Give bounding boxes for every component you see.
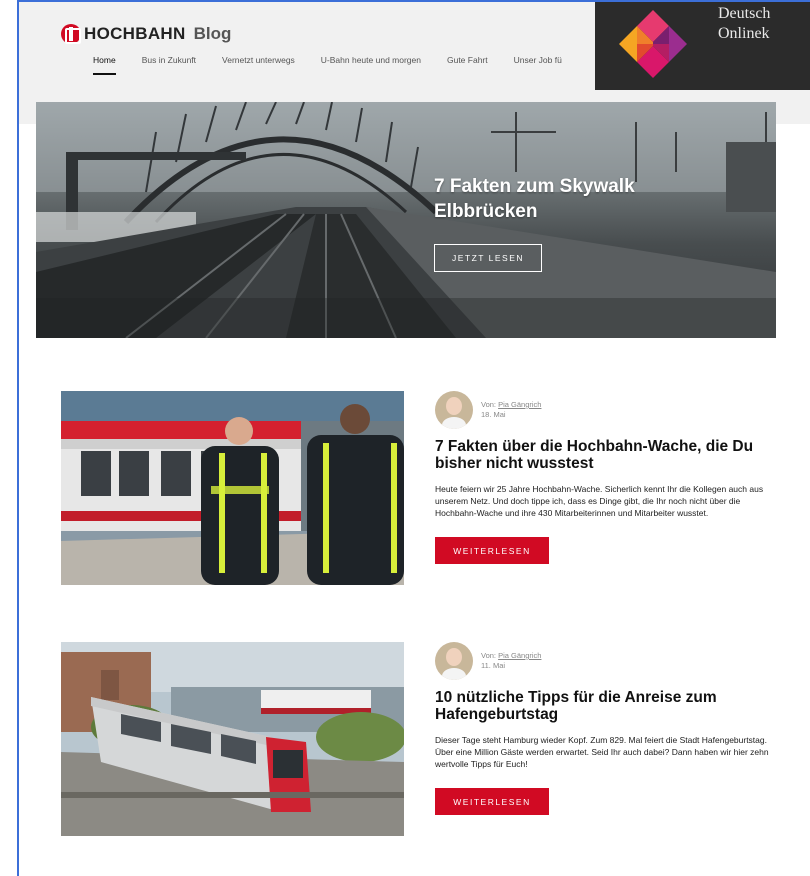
read-more-button[interactable]: WEITERLESEN (435, 788, 549, 815)
article-author: Von: Pia Gängrich 18. Mai (435, 391, 780, 429)
nav-item-gute-fahrt[interactable]: Gute Fahrt (447, 55, 488, 75)
article-card: Von: Pia Gängrich 18. Mai 7 Fakten über … (61, 391, 781, 587)
author-meta: Von: Pia Gängrich 11. Mai (481, 651, 541, 671)
article-excerpt: Heute feiern wir 25 Jahre Hochbahn-Wache… (435, 484, 764, 518)
article-date: 18. Mai (481, 410, 506, 419)
ad-line-1: Deutsch (718, 5, 771, 22)
article-title[interactable]: 10 nützliche Tipps für die Anreise zum H… (435, 689, 780, 723)
article-excerpt: Dieser Tage steht Hamburg wieder Kopf. Z… (435, 735, 769, 769)
article-image[interactable] (61, 391, 404, 585)
ad-line-2: Onlinek (718, 25, 770, 42)
ad-banner[interactable]: Deutsch Onlinek (595, 2, 810, 90)
author-link[interactable]: Pia Gängrich (498, 651, 541, 660)
nav-item-u-bahn[interactable]: U-Bahn heute und morgen (321, 55, 421, 75)
browser-viewport: HOCHBAHN Blog Home Bus in Zukunft Vernet… (17, 0, 810, 876)
article-title[interactable]: 7 Fakten über die Hochbahn-Wache, die Du… (435, 438, 780, 472)
author-meta: Von: Pia Gängrich 18. Mai (481, 400, 541, 420)
article-body: Von: Pia Gängrich 11. Mai 10 nützliche T… (435, 642, 780, 815)
ad-logo-icon (619, 10, 687, 78)
article-date: 11. Mai (481, 661, 506, 670)
read-more-button[interactable]: WEITERLESEN (435, 537, 549, 564)
author-avatar (435, 642, 473, 680)
author-link[interactable]: Pia Gängrich (498, 400, 541, 409)
article-author: Von: Pia Gängrich 11. Mai (435, 642, 780, 680)
nav-item-unser-job[interactable]: Unser Job fü (514, 55, 562, 75)
main-nav: Home Bus in Zukunft Vernetzt unterwegs U… (93, 55, 588, 75)
hero-read-button[interactable]: JETZT LESEN (434, 244, 542, 272)
author-prefix: Von: (481, 651, 497, 660)
nav-item-bus-in-zukunft[interactable]: Bus in Zukunft (142, 55, 196, 75)
article-image-graphic (61, 391, 404, 585)
hochbahn-logo-icon (61, 24, 81, 44)
site-logo[interactable]: HOCHBAHN Blog (61, 24, 231, 44)
logo-text: HOCHBAHN (84, 24, 186, 43)
ad-text: Deutsch Onlinek (718, 4, 770, 44)
hero-banner[interactable]: 7 Fakten zum Skywalk Elbbrücken JETZT LE… (36, 102, 776, 338)
article-card: Von: Pia Gängrich 11. Mai 10 nützliche T… (61, 642, 781, 838)
article-image-graphic (61, 642, 404, 836)
author-avatar (435, 391, 473, 429)
article-image[interactable] (61, 642, 404, 836)
nav-item-vernetzt-unterwegs[interactable]: Vernetzt unterwegs (222, 55, 295, 75)
author-prefix: Von: (481, 400, 497, 409)
article-body: Von: Pia Gängrich 18. Mai 7 Fakten über … (435, 391, 780, 564)
nav-item-home[interactable]: Home (93, 55, 116, 75)
logo-suffix: Blog (193, 24, 232, 43)
hero-title[interactable]: 7 Fakten zum Skywalk Elbbrücken (434, 174, 714, 224)
